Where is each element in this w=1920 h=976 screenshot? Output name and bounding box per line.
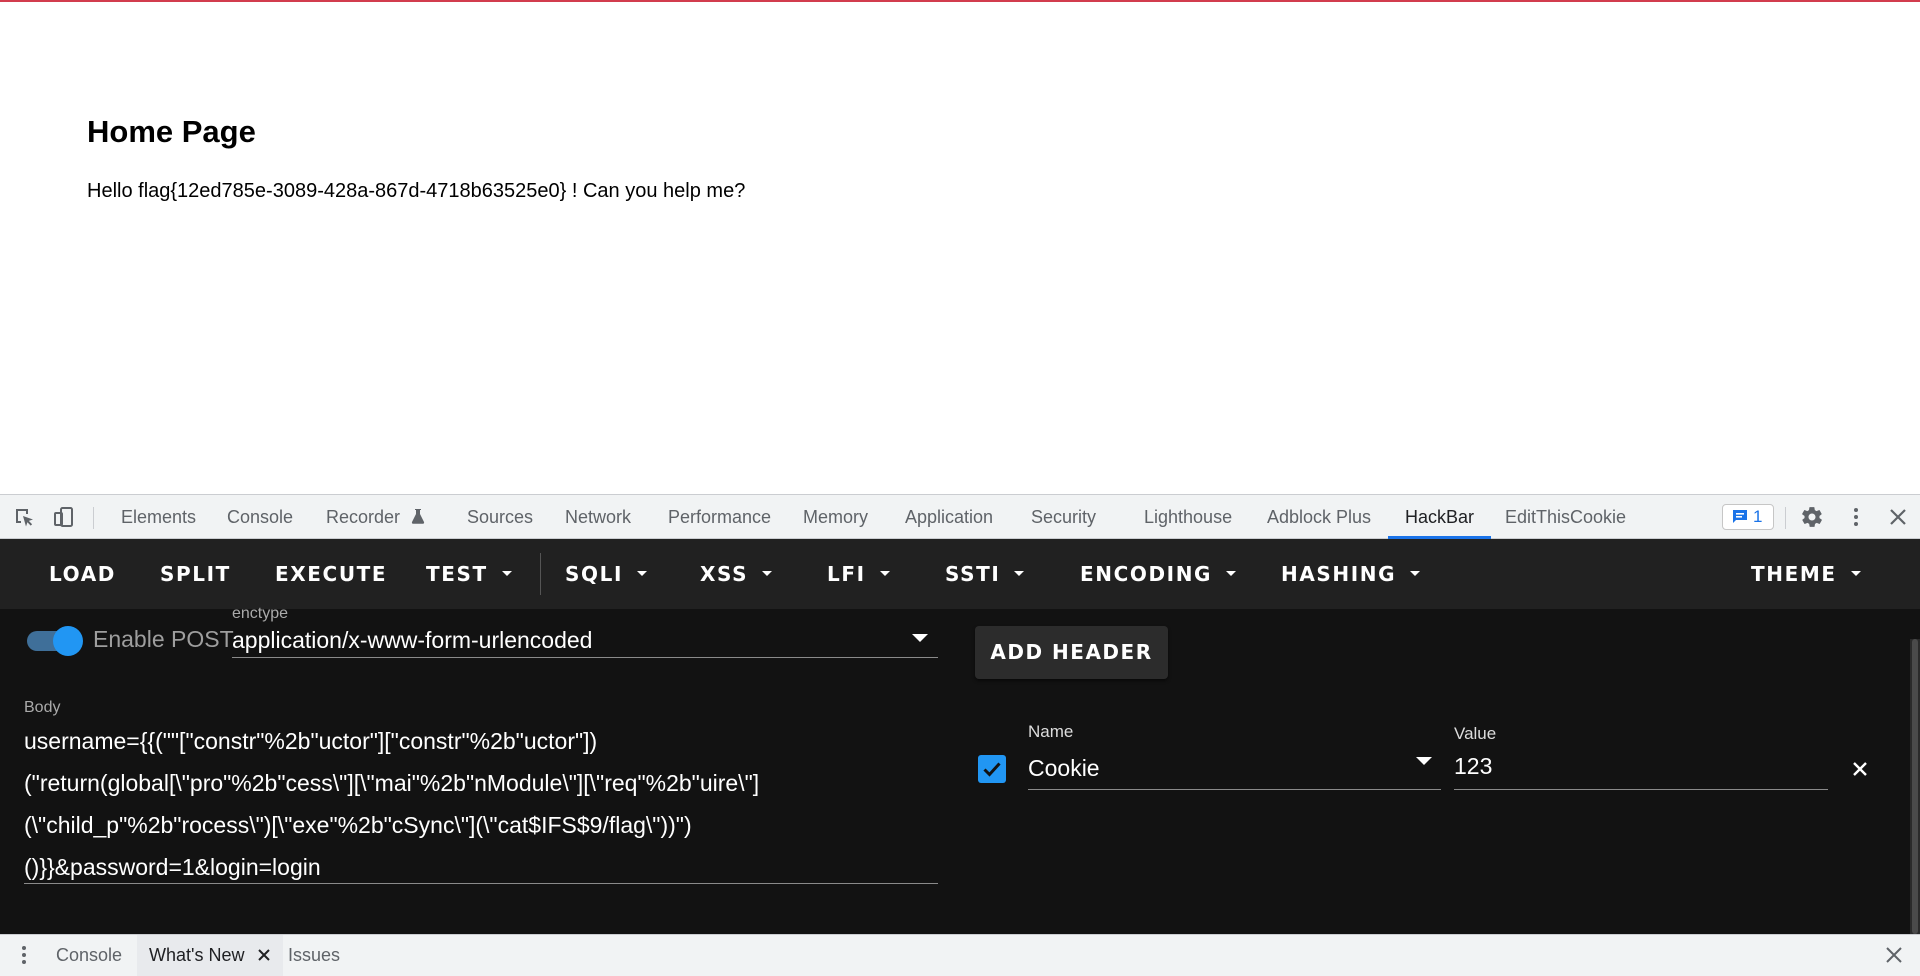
header-enabled-checkbox[interactable] (978, 755, 1006, 783)
device-toolbar-icon[interactable] (52, 505, 76, 529)
checkmark-icon (983, 762, 1001, 777)
drawer-menu-icon[interactable] (16, 943, 32, 967)
body-textarea[interactable]: username={{(""["constr"%2b"uctor"]["cons… (24, 720, 940, 888)
encoding-menu-button[interactable]: ENCODING (1080, 539, 1237, 609)
header-value-underline (1454, 789, 1828, 790)
body-underline (24, 883, 938, 884)
more-options-icon[interactable] (1844, 505, 1868, 529)
greeting-text: Hello flag{12ed785e-3089-428a-867d-4718b… (87, 180, 746, 202)
devtools-drawer-tab-bar: Console What's New Issues (0, 934, 1920, 976)
header-name-label: Name (1028, 722, 1074, 741)
test-menu-label: TEST (426, 562, 488, 586)
body-label: Body (24, 699, 61, 716)
drawer-tab-whats-new[interactable]: What's New (137, 935, 284, 976)
web-page: Home Page Hello flag{12ed785e-3089-428a-… (0, 2, 1920, 494)
page-title: Home Page (87, 114, 256, 149)
scrollbar-thumb[interactable] (1912, 639, 1918, 934)
tab-elements[interactable]: Elements (121, 495, 196, 539)
tab-network[interactable]: Network (565, 495, 631, 539)
tab-hackbar[interactable]: HackBar (1388, 495, 1492, 539)
close-tab-icon[interactable] (257, 948, 271, 962)
execute-button-label: EXECUTE (275, 562, 388, 586)
inspect-element-icon[interactable] (12, 505, 36, 529)
issues-badge[interactable]: 1 (1722, 504, 1774, 530)
toolbar-divider (93, 507, 94, 529)
hashing-menu-label: HASHING (1281, 562, 1397, 586)
ssti-menu-label: SSTI (945, 562, 1001, 586)
tab-lighthouse[interactable]: Lighthouse (1144, 495, 1232, 539)
header-name-input[interactable]: Cookie (1028, 755, 1100, 782)
sqli-menu-button[interactable]: SQLI (565, 539, 647, 609)
tab-recorder[interactable]: Recorder (326, 495, 425, 539)
chevron-down-icon[interactable] (1416, 757, 1432, 765)
tab-memory[interactable]: Memory (803, 495, 868, 539)
body-line: ()}}&password=1&login=login (24, 854, 321, 880)
load-button[interactable]: LOAD (49, 539, 116, 609)
xss-menu-label: XSS (700, 562, 749, 586)
tab-application[interactable]: Application (905, 495, 993, 539)
lfi-menu-button[interactable]: LFI (827, 539, 890, 609)
tab-recorder-label: Recorder (326, 507, 401, 527)
hackbar-toolbar: LOAD SPLIT EXECUTE TEST SQLI XSS LFI SST… (0, 539, 1920, 609)
enctype-label: enctype (232, 605, 289, 622)
chevron-down-icon (879, 571, 890, 576)
toolbar-divider (1785, 507, 1786, 529)
message-icon (1733, 510, 1747, 523)
theme-menu-button[interactable]: THEME (1751, 539, 1861, 609)
lfi-menu-label: LFI (827, 562, 866, 586)
experiment-flask-icon (411, 509, 425, 524)
drawer-tab-console[interactable]: Console (44, 935, 134, 976)
hashing-menu-button[interactable]: HASHING (1281, 539, 1421, 609)
chevron-down-icon (762, 571, 773, 576)
close-drawer-icon[interactable] (1884, 945, 1904, 965)
body-line: username={{(""["constr"%2b"uctor"]["cons… (24, 728, 598, 754)
enable-post-label: Enable POST (93, 626, 234, 652)
ssti-menu-button[interactable]: SSTI (945, 539, 1025, 609)
issues-count: 1 (1753, 507, 1763, 526)
tab-editthiscookie[interactable]: EditThisCookie (1505, 495, 1626, 539)
remove-header-close-icon[interactable] (1848, 757, 1872, 781)
devtools-tab-bar: Elements Console Recorder Sources Networ… (0, 494, 1920, 539)
load-button-label: LOAD (49, 562, 116, 586)
tab-performance[interactable]: Performance (668, 495, 771, 539)
drawer-tab-whats-new-label: What's New (149, 945, 245, 965)
execute-button[interactable]: EXECUTE (275, 539, 387, 609)
header-value-input[interactable]: 123 (1454, 753, 1492, 780)
xss-menu-button[interactable]: XSS (700, 539, 773, 609)
tab-console[interactable]: Console (227, 495, 293, 539)
chevron-down-icon (1850, 571, 1861, 576)
tab-sources[interactable]: Sources (467, 495, 533, 539)
theme-menu-label: THEME (1751, 562, 1837, 586)
toggle-knob[interactable] (53, 626, 83, 656)
body-line: (\"child_p"%2b"rocess\")[\"exe"%2b"cSync… (24, 812, 692, 838)
tab-adblock-plus[interactable]: Adblock Plus (1267, 495, 1371, 539)
test-menu-button[interactable]: TEST (426, 539, 512, 609)
chevron-down-icon (1014, 571, 1025, 576)
body-line: ("return(global[\"pro"%2b"cess\"][\"mai"… (24, 770, 760, 796)
sqli-menu-label: SQLI (565, 562, 623, 586)
chevron-down-icon[interactable] (912, 634, 928, 642)
chevron-down-icon (637, 571, 647, 576)
toolbar-divider (540, 553, 541, 595)
split-button[interactable]: SPLIT (160, 539, 231, 609)
add-header-button[interactable]: ADD HEADER (975, 626, 1168, 679)
encoding-menu-label: ENCODING (1080, 562, 1213, 586)
chevron-down-icon (501, 571, 512, 576)
header-name-underline (1028, 789, 1441, 790)
gear-icon[interactable] (1800, 505, 1824, 529)
chevron-down-icon (1410, 571, 1421, 576)
drawer-tab-issues[interactable]: Issues (276, 935, 352, 976)
chevron-down-icon (1226, 571, 1237, 576)
hackbar-panel: Enable POST enctype application/x-www-fo… (0, 605, 1920, 934)
enctype-underline (232, 657, 938, 658)
split-button-label: SPLIT (160, 562, 231, 586)
enctype-value[interactable]: application/x-www-form-urlencoded (232, 627, 592, 654)
tab-security[interactable]: Security (1031, 495, 1096, 539)
header-value-label: Value (1454, 724, 1497, 743)
close-devtools-icon[interactable] (1886, 505, 1910, 529)
